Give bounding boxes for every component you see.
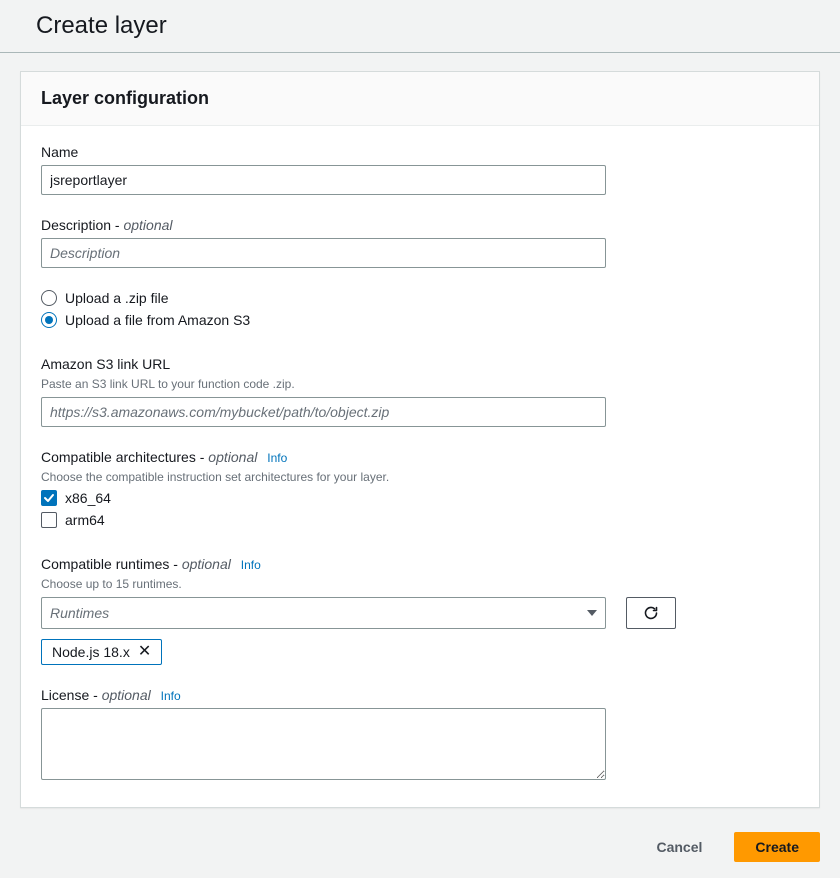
cancel-button[interactable]: Cancel	[636, 832, 722, 862]
create-button[interactable]: Create	[734, 832, 820, 862]
description-input[interactable]	[41, 238, 606, 268]
panel-header: Layer configuration	[21, 72, 819, 126]
panel-body: Name Description - optional Upload a .zi…	[21, 126, 819, 807]
upload-s3-label: Upload a file from Amazon S3	[65, 312, 250, 328]
runtime-chip-nodejs18[interactable]: Node.js 18.x ✕	[41, 639, 162, 665]
upload-method-group: Upload a .zip file Upload a file from Am…	[41, 290, 606, 328]
arch-arm-label: arm64	[65, 512, 105, 528]
description-label: Description - optional	[41, 217, 606, 233]
page-header: Create layer	[0, 0, 840, 53]
license-label: License - optional Info	[41, 687, 606, 703]
footer-actions: Cancel Create	[0, 808, 840, 878]
radio-icon	[41, 290, 57, 306]
license-group: License - optional Info	[41, 687, 606, 783]
name-group: Name	[41, 144, 606, 195]
chevron-down-icon	[587, 610, 597, 616]
architectures-label: Compatible architectures - optional Info	[41, 449, 606, 465]
license-info-link[interactable]: Info	[161, 689, 181, 703]
runtimes-label: Compatible runtimes - optional Info	[41, 556, 606, 572]
arch-x86-label: x86_64	[65, 490, 111, 506]
arch-info-link[interactable]: Info	[267, 451, 287, 465]
runtimes-info-link[interactable]: Info	[241, 558, 261, 572]
s3-url-group: Amazon S3 link URL Paste an S3 link URL …	[41, 356, 606, 427]
description-group: Description - optional	[41, 217, 606, 268]
arch-x86-checkbox[interactable]: x86_64	[41, 490, 606, 506]
architectures-group: Compatible architectures - optional Info…	[41, 449, 606, 528]
page-title: Create layer	[36, 12, 820, 40]
s3-url-hint: Paste an S3 link URL to your function co…	[41, 377, 606, 391]
name-label: Name	[41, 144, 606, 160]
name-input[interactable]	[41, 165, 606, 195]
upload-s3-radio[interactable]: Upload a file from Amazon S3	[41, 312, 606, 328]
radio-icon-selected	[41, 312, 57, 328]
runtimes-placeholder: Runtimes	[50, 605, 109, 621]
layer-config-panel: Layer configuration Name Description - o…	[20, 71, 820, 808]
upload-zip-label: Upload a .zip file	[65, 290, 169, 306]
runtimes-select[interactable]: Runtimes	[41, 597, 606, 629]
runtimes-group: Compatible runtimes - optional Info Choo…	[41, 556, 799, 665]
refresh-icon	[643, 605, 659, 621]
remove-chip-icon[interactable]: ✕	[138, 644, 151, 660]
arch-arm-checkbox[interactable]: arm64	[41, 512, 606, 528]
checkbox-icon	[41, 512, 57, 528]
section-title: Layer configuration	[41, 88, 799, 109]
upload-zip-radio[interactable]: Upload a .zip file	[41, 290, 606, 306]
runtimes-hint: Choose up to 15 runtimes.	[41, 577, 606, 591]
license-textarea[interactable]	[41, 708, 606, 780]
refresh-runtimes-button[interactable]	[626, 597, 676, 629]
s3-url-input[interactable]	[41, 397, 606, 427]
runtime-chip-label: Node.js 18.x	[52, 644, 130, 660]
checkbox-checked-icon	[41, 490, 57, 506]
architectures-hint: Choose the compatible instruction set ar…	[41, 470, 606, 484]
s3-url-label: Amazon S3 link URL	[41, 356, 606, 372]
